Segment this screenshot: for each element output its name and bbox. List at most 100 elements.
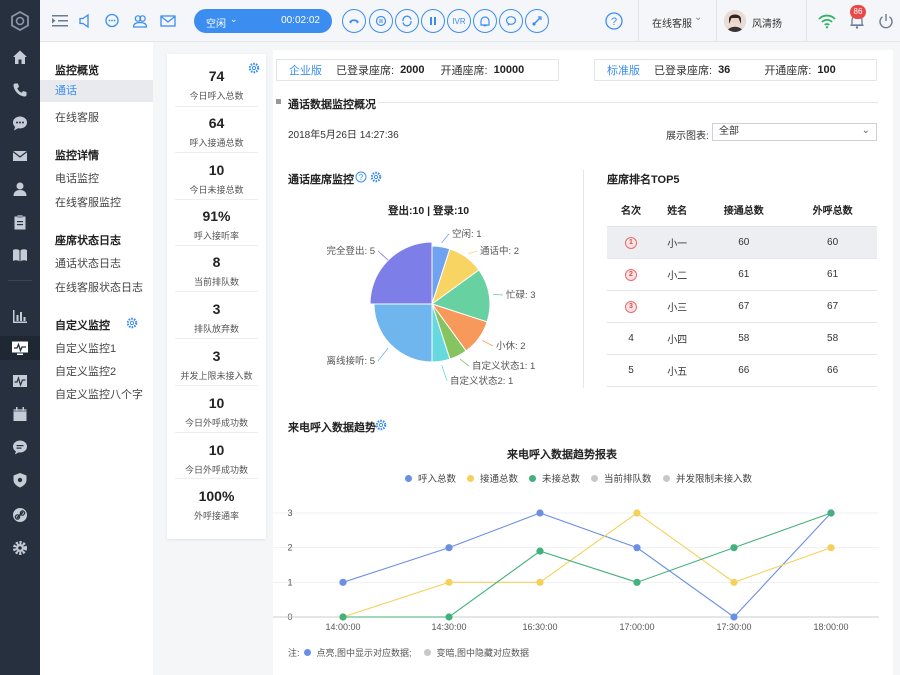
medal-icon: 2 xyxy=(625,268,637,281)
power-icon[interactable] xyxy=(876,11,896,31)
chart-select[interactable]: 全部 ⌄ xyxy=(712,123,877,141)
stat-queue-current: 8 当前排队数 xyxy=(193,254,239,287)
consult-button[interactable] xyxy=(473,9,497,33)
enterprise-open-value: 10000 xyxy=(493,64,525,76)
series-1-point-5[interactable] xyxy=(827,544,835,552)
legend-item-concurrency[interactable]: 并发限制未接入数 xyxy=(663,471,752,485)
user-name: 风清扬 xyxy=(752,19,782,30)
legend-item-incoming[interactable]: 呼入总数 xyxy=(405,471,456,485)
monitor-icon[interactable] xyxy=(0,336,40,360)
series-0-point-0[interactable] xyxy=(339,578,347,586)
help-icon[interactable]: ? xyxy=(604,11,624,31)
nav-item-custom-1[interactable]: 自定义监控1 xyxy=(55,340,116,356)
chevron-down-icon[interactable]: ⌄ xyxy=(230,14,238,25)
series-line-0 xyxy=(342,512,832,618)
series-line-1 xyxy=(342,512,832,618)
table-row[interactable]: 3 小三 67 67 xyxy=(607,290,877,323)
x-tick-label-4: 17:30:00 xyxy=(716,622,751,632)
message-icon[interactable] xyxy=(9,436,31,458)
bar-chart-icon[interactable] xyxy=(9,305,31,327)
legend-item-queue[interactable]: 当前排队数 xyxy=(591,471,652,485)
home-icon[interactable] xyxy=(9,46,31,68)
pie-label-6: 离线接听: 5 xyxy=(326,355,375,367)
series-1-point-2[interactable] xyxy=(536,578,544,586)
standard-open-label: 开通座席: xyxy=(764,65,812,77)
row-outbound: 61 xyxy=(788,258,877,291)
col-name: 姓名 xyxy=(655,194,700,227)
call-status-bar[interactable]: 空闲 ⌄ 00:02:02 xyxy=(194,9,332,33)
gear-icon[interactable] xyxy=(126,317,138,332)
mail-icon[interactable] xyxy=(9,145,31,167)
table-row[interactable]: 4 小四 58 58 xyxy=(607,322,877,355)
nav-item-online-log[interactable]: 在线客服状态日志 xyxy=(55,279,143,295)
table-row[interactable]: 5 小五 66 66 xyxy=(607,354,877,387)
series-0-point-4[interactable] xyxy=(730,613,738,621)
book-icon[interactable] xyxy=(9,244,31,266)
note-on-dot xyxy=(303,649,311,656)
row-name: 小一 xyxy=(655,226,700,259)
speaker-icon[interactable] xyxy=(76,11,96,31)
series-1-point-1[interactable] xyxy=(445,578,453,586)
row-name: 小四 xyxy=(655,322,700,355)
chevron-down-icon[interactable]: ⌄ xyxy=(862,123,870,139)
hold-button[interactable] xyxy=(369,9,393,33)
pie-slice-7[interactable] xyxy=(369,241,433,305)
series-2-point-2[interactable] xyxy=(536,547,544,555)
series-2-point-4[interactable] xyxy=(730,544,738,552)
table-row[interactable]: 1 小一 60 60 xyxy=(607,226,877,259)
series-0-point-1[interactable] xyxy=(445,544,453,552)
series-2-point-1[interactable] xyxy=(445,613,453,621)
series-0-point-2[interactable] xyxy=(536,509,544,517)
user-icon[interactable] xyxy=(9,178,31,200)
pie-slice-6[interactable] xyxy=(373,303,433,363)
standard-seat-box: 标准版 已登录座席: 36 开通座席: 100 xyxy=(594,59,877,81)
hangup-button[interactable] xyxy=(342,9,366,33)
nav-item-call-log[interactable]: 通话状态日志 xyxy=(55,255,121,271)
mail-icon[interactable] xyxy=(158,11,178,31)
avatar[interactable] xyxy=(724,10,746,32)
gear-icon[interactable] xyxy=(370,171,382,186)
phone-icon[interactable] xyxy=(9,79,31,101)
settings-icon[interactable] xyxy=(9,537,31,559)
pie-leader-line-5 xyxy=(441,365,448,382)
pulse-icon[interactable] xyxy=(9,370,31,392)
legend-item-missed[interactable]: 未接总数 xyxy=(529,471,580,485)
nav-item-call[interactable]: 通话 xyxy=(40,80,153,102)
pie-label-3: 小休: 2 xyxy=(496,340,526,352)
nav-item-custom-2[interactable]: 自定义监控2 xyxy=(55,363,116,379)
menu-collapse-icon[interactable] xyxy=(50,11,70,31)
series-2-point-3[interactable] xyxy=(633,578,641,586)
service-mode-select[interactable]: 在线客服 xyxy=(652,15,692,30)
chat-bubble-icon[interactable] xyxy=(9,112,31,134)
clipboard-icon[interactable] xyxy=(9,211,31,233)
series-0-point-3[interactable] xyxy=(633,544,641,552)
nav-item-phone-monitor[interactable]: 电话监控 xyxy=(55,170,99,186)
call-status[interactable]: 空闲 xyxy=(206,15,226,30)
gear-icon[interactable] xyxy=(375,419,387,434)
nav-item-online-monitor[interactable]: 在线客服监控 xyxy=(55,194,121,210)
chart-select-label: 展示图表: xyxy=(666,131,709,142)
nav-item-custom-3[interactable]: 自定义监控八个字 xyxy=(55,386,143,402)
series-1-point-3[interactable] xyxy=(633,509,641,517)
im-button[interactable] xyxy=(499,9,523,33)
series-1-point-4[interactable] xyxy=(730,578,738,586)
nav-item-online-service[interactable]: 在线客服 xyxy=(55,109,99,125)
transfer-button[interactable] xyxy=(395,9,419,33)
link-icon[interactable] xyxy=(9,504,31,526)
dial-button[interactable] xyxy=(525,9,549,33)
contacts-icon[interactable] xyxy=(130,11,150,31)
enterprise-open-label: 开通座席: xyxy=(440,65,488,77)
help-icon[interactable]: ? xyxy=(355,171,367,186)
series-2-point-5[interactable] xyxy=(827,509,835,517)
shield-icon[interactable] xyxy=(9,469,31,491)
table-row[interactable]: 2 小二 61 61 xyxy=(607,258,877,291)
chevron-down-icon[interactable]: ⌄ xyxy=(694,12,702,23)
ivr-button[interactable]: IVR xyxy=(447,9,471,33)
pause-button[interactable] xyxy=(421,9,445,33)
calendar-icon[interactable] xyxy=(9,403,31,425)
series-2-point-0[interactable] xyxy=(339,613,347,621)
chat-icon[interactable] xyxy=(102,11,122,31)
row-rank: 5 xyxy=(607,354,655,387)
legend-item-connected[interactable]: 接通总数 xyxy=(467,471,518,485)
enterprise-logged-label: 已登录座席: xyxy=(336,65,395,77)
